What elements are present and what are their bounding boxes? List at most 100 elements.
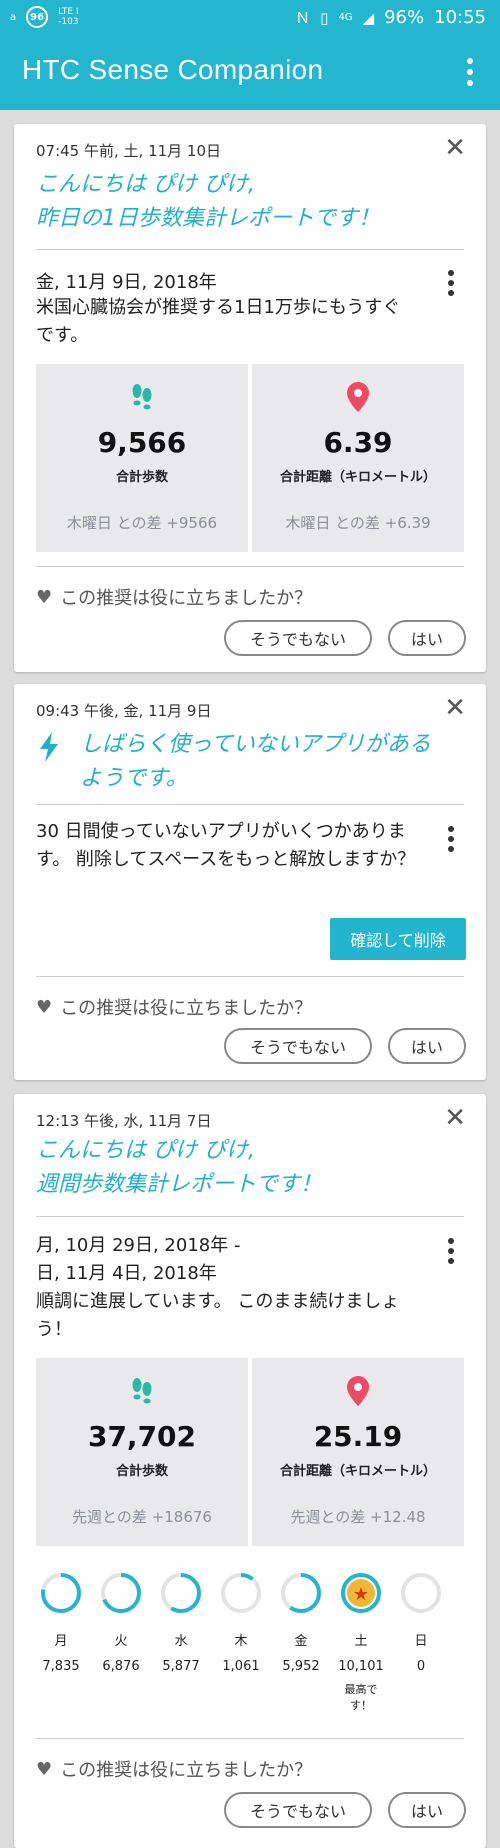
apps-message: 30 日間使っていないアプリがいくつかあります。 削除してスペースをもっと解放し… <box>36 821 416 870</box>
signal-readout: LTE I -103 <box>58 7 78 27</box>
ring-track <box>221 1573 261 1613</box>
day-progress-ring <box>161 1573 201 1613</box>
report-message: 米国心臓協会が推奨する1日1万歩にもうすぐです。 <box>36 297 401 346</box>
heart-icon: ♥ <box>36 1758 53 1780</box>
review-delete-button[interactable]: 確認して削除 <box>330 918 466 960</box>
heart-icon: ♥ <box>36 996 53 1018</box>
card-heading: しばらく使っていないアプリがある ようです。 <box>80 728 431 796</box>
distance-label: 合計距離（キロメートル） <box>279 470 436 485</box>
distance-diff: 先週との差 +12.48 <box>290 1508 426 1526</box>
feedback-row: ♥ この推奨は役に立ちましたか？ <box>36 584 312 610</box>
date-line: 月, 10月 29日, 2018年 - <box>36 1235 241 1256</box>
footsteps-icon <box>36 382 248 416</box>
day-steps: 1,061 <box>222 1659 260 1674</box>
steps-value: 9,566 <box>97 426 187 459</box>
distance-diff: 木曜日 との差 +6.39 <box>285 514 431 532</box>
day-progress-ring <box>221 1573 261 1613</box>
location-pin-icon <box>252 1376 464 1410</box>
steps-value: 37,702 <box>87 1420 197 1453</box>
feedback-question: この推奨は役に立ちましたか？ <box>60 588 313 609</box>
vibrate-icon: ▯ <box>320 8 329 27</box>
nfc-icon: Ｎ <box>295 9 311 27</box>
day-steps: 10,101 <box>338 1659 384 1674</box>
day-column: 日0 <box>396 1570 446 1674</box>
feedback-row: ♥ この推奨は役に立ちましたか？ <box>36 1756 312 1782</box>
app-title: HTC Sense Companion <box>22 54 324 85</box>
yes-button[interactable]: はい <box>388 620 466 656</box>
report-message: 順調に進展しています。 このまま続けましょう！ <box>36 1291 400 1340</box>
overflow-dot <box>467 58 473 64</box>
location-pin-icon <box>252 382 464 416</box>
close-icon[interactable]: ✕ <box>444 135 466 161</box>
not-really-button[interactable]: そうでもない <box>224 1792 372 1828</box>
heading-line: しばらく使っていないアプリがある <box>80 732 431 757</box>
feedback-question: この推奨は役に立ちましたか？ <box>60 1760 313 1781</box>
not-really-button[interactable]: そうでもない <box>224 1028 372 1064</box>
day-column: 水 5,877 <box>156 1570 206 1674</box>
yes-button[interactable]: はい <box>388 1028 466 1064</box>
feedback-question: この推奨は役に立ちましたか？ <box>60 998 313 1019</box>
not-really-button[interactable]: そうでもない <box>224 620 372 656</box>
close-icon[interactable]: ✕ <box>444 1105 466 1131</box>
divider <box>36 1738 464 1739</box>
day-progress-ring <box>101 1573 141 1613</box>
feedback-row: ♥ この推奨は役に立ちましたか？ <box>36 994 312 1020</box>
day-progress-ring <box>41 1573 81 1613</box>
steps-diff: 木曜日 との差 +9566 <box>66 514 218 532</box>
footsteps-icon <box>36 1376 248 1410</box>
heart-icon: ♥ <box>36 586 53 608</box>
day-steps: 7,835 <box>42 1659 80 1674</box>
day-name: 土 <box>354 1634 368 1649</box>
day-progress-ring: ★ <box>341 1573 381 1613</box>
day-column: 月 7,835 <box>36 1570 86 1674</box>
status-bar: a 96 LTE I -103 Ｎ ▯ 4G ◢ 96% 10:55 <box>0 0 500 36</box>
steps-stat: 37,702 合計歩数 先週との差 +18676 <box>36 1358 248 1546</box>
card-timestamp: 12:13 午後, 水, 11月 7日 <box>36 1112 212 1130</box>
divider <box>36 976 464 977</box>
day-name: 月 <box>54 1634 68 1649</box>
day-column: ★ 土 10,101 最高です！ <box>336 1570 386 1714</box>
steps-stat: 9,566 合計歩数 木曜日 との差 +9566 <box>36 364 248 552</box>
overflow-menu-button[interactable] <box>454 52 486 92</box>
divider <box>36 566 464 567</box>
report-date: 金, 11月 9日, 2018年 <box>36 272 217 293</box>
heading-line: 昨日の1日歩数集計レポートです！ <box>36 206 380 231</box>
card-timestamp: 07:45 午前, 土, 11月 10日 <box>36 142 222 160</box>
signal-icon: ◢ <box>362 8 375 27</box>
more-options-icon[interactable] <box>448 1238 456 1264</box>
divider <box>36 249 464 250</box>
overflow-dot <box>467 80 473 86</box>
date-line: 日, 11月 4日, 2018年 <box>36 1263 217 1284</box>
day-name: 木 <box>234 1634 248 1649</box>
distance-label: 合計距離（キロメートル） <box>279 1464 436 1479</box>
daily-report-card: 07:45 午前, 土, 11月 10日 ✕ こんにちは ぴけ ぴけ, 昨日の1… <box>14 124 486 672</box>
steps-diff: 先週との差 +18676 <box>72 1508 212 1526</box>
card-heading: こんにちは ぴけ ぴけ, 昨日の1日歩数集計レポートです！ <box>36 168 380 236</box>
notification-badge: 96 <box>26 6 49 28</box>
day-note: 最高です！ <box>344 1683 378 1712</box>
card-heading: こんにちは ぴけ ぴけ, 週間歩数集計レポートです！ <box>36 1134 322 1202</box>
distance-stat: 6.39 合計距離（キロメートル） 木曜日 との差 +6.39 <box>252 364 464 552</box>
card-timestamp: 09:43 午後, 金, 11月 9日 <box>36 702 212 720</box>
overflow-dot <box>467 69 473 75</box>
day-steps: 0 <box>416 1659 426 1674</box>
heading-line: こんにちは ぴけ ぴけ, <box>36 1138 255 1163</box>
ring-track <box>401 1573 441 1613</box>
more-options-icon[interactable] <box>448 270 456 296</box>
day-progress-ring <box>281 1573 321 1613</box>
divider <box>36 804 464 805</box>
heading-line: 週間歩数集計レポートです！ <box>36 1172 323 1197</box>
amazon-icon: a <box>10 11 17 23</box>
day-column: 火 6,876 <box>96 1570 146 1674</box>
day-column: 木 1,061 <box>216 1570 266 1674</box>
star-icon: ★ <box>353 1584 369 1605</box>
report-date-range: 月, 10月 29日, 2018年 - 日, 11月 4日, 2018年 <box>36 1232 240 1288</box>
more-options-icon[interactable] <box>448 826 456 852</box>
close-icon[interactable]: ✕ <box>444 695 466 721</box>
weekly-report-card: 12:13 午後, 水, 11月 7日 ✕ こんにちは ぴけ ぴけ, 週間歩数集… <box>14 1094 486 1848</box>
daily-progress-rings: 月 7,835 火 6,876 水 5,877 木 1,061 金 5,952 ★ 土 10,101 最高… <box>36 1570 464 1720</box>
distance-value: 25.19 <box>313 1420 403 1453</box>
distance-value: 6.39 <box>323 426 393 459</box>
steps-label: 合計歩数 <box>115 470 168 485</box>
yes-button[interactable]: はい <box>388 1792 466 1828</box>
